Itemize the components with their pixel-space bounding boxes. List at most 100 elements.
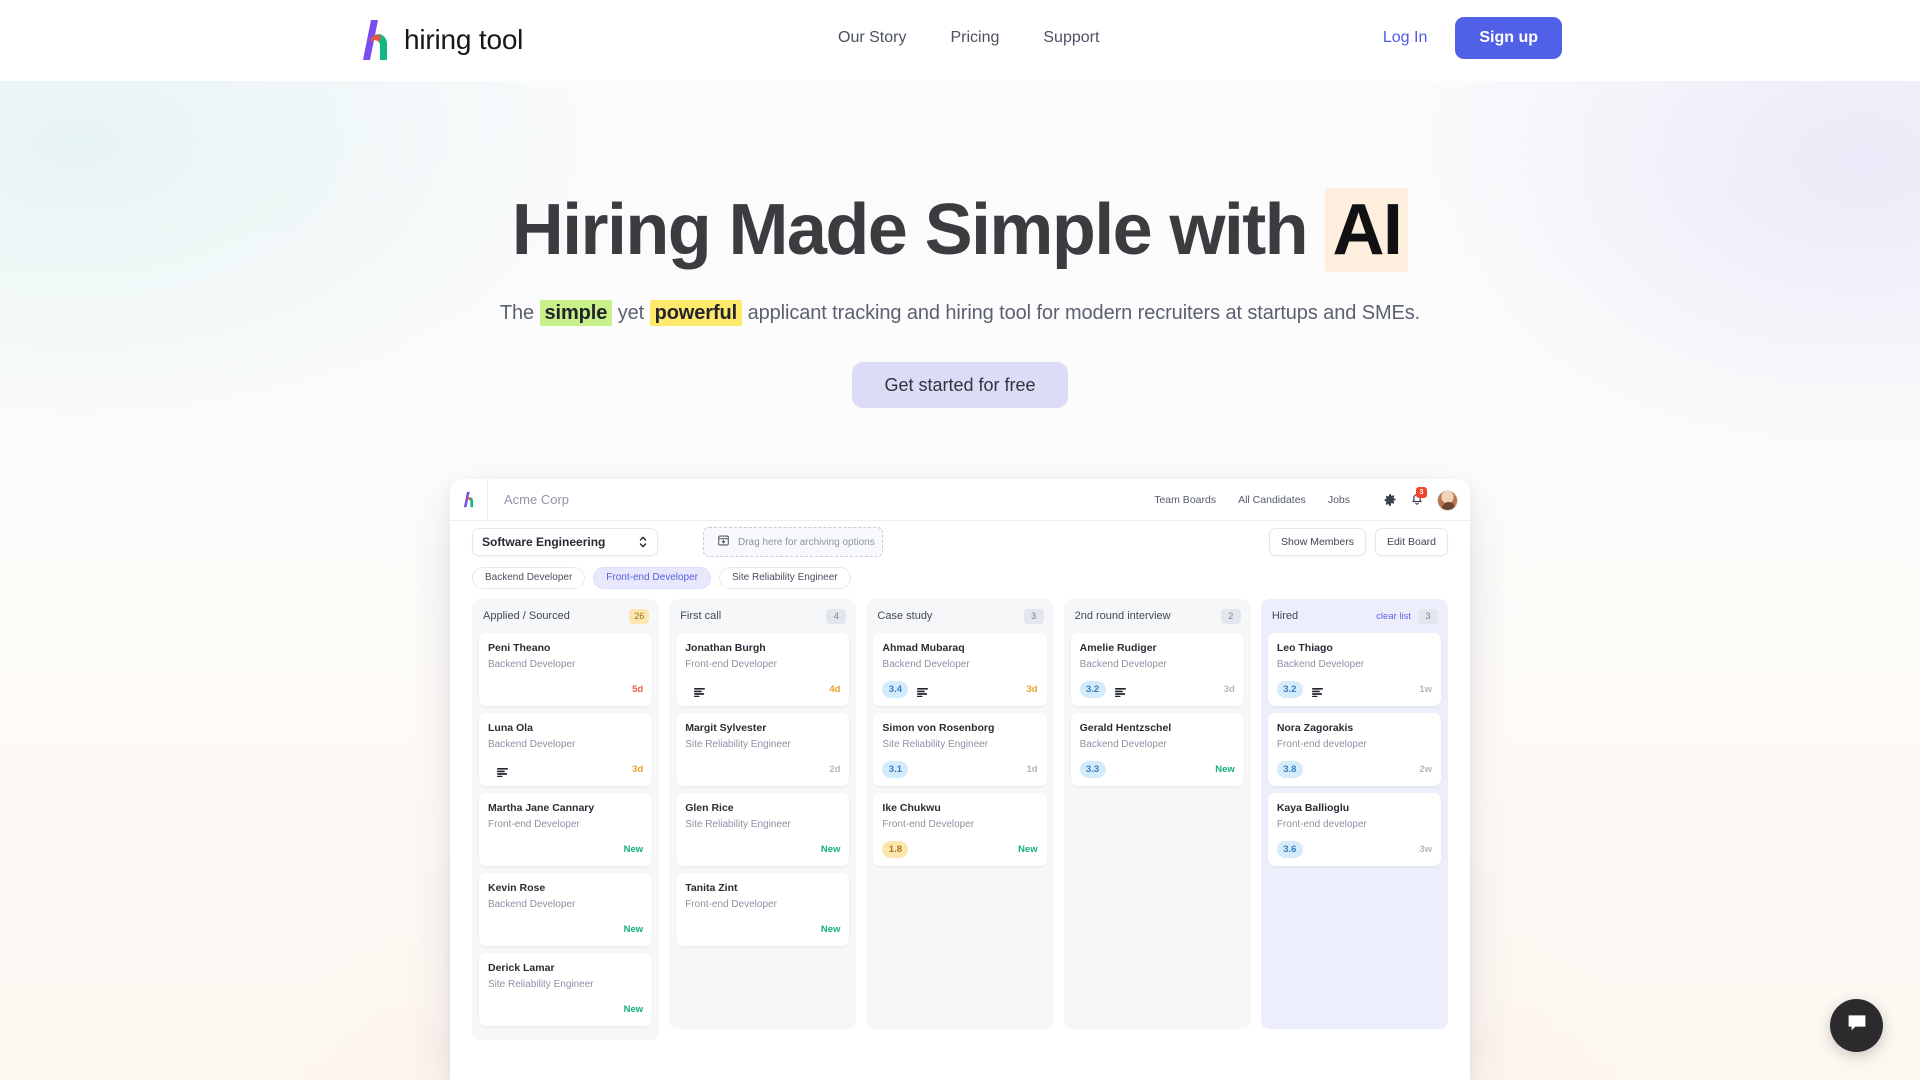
nav-item-our-story[interactable]: Our Story: [838, 29, 906, 47]
organisation-name: Acme Corp: [504, 492, 569, 507]
candidate-card[interactable]: Simon von RosenborgSite Reliability Engi…: [873, 713, 1046, 786]
column-header: 2nd round interview2: [1071, 606, 1244, 626]
hiring-tool-logo-icon: [358, 18, 392, 62]
kanban-column: First call4 Jonathan Burgh Front-end Devel…: [669, 599, 856, 1029]
avatar[interactable]: [1437, 490, 1458, 511]
candidate-age-label: 4d: [829, 684, 840, 695]
candidate-role: Site Reliability Engineer: [685, 818, 840, 831]
archive-dropzone[interactable]: Drag here for archiving options: [703, 527, 883, 557]
archive-dropzone-label: Drag here for archiving options: [738, 537, 875, 548]
archive-box-icon: [717, 534, 730, 550]
candidate-name: Leo Thiago: [1277, 641, 1432, 655]
candidate-card[interactable]: Derick LamarSite Reliability EngineerNew: [479, 953, 652, 1026]
candidate-card[interactable]: Jonathan Burgh Front-end Developer 4d: [676, 633, 849, 706]
candidate-score-badge: 3.8: [1277, 761, 1303, 778]
candidate-age-label: 2w: [1419, 764, 1432, 775]
subtitle-highlight-powerful: powerful: [650, 300, 743, 326]
candidate-age-label: 3w: [1419, 844, 1432, 855]
bell-icon[interactable]: 3: [1410, 492, 1424, 508]
candidate-card[interactable]: Kaya BalliogluFront-end developer3.63w: [1268, 793, 1441, 866]
clear-list-link[interactable]: clear list: [1376, 611, 1411, 622]
gear-icon[interactable]: [1383, 493, 1397, 507]
candidate-role: Front-end Developer: [882, 818, 1037, 831]
candidate-age-label: 2d: [829, 764, 840, 775]
candidate-role: Backend Developer: [488, 738, 643, 751]
chat-bubble-icon: [1845, 1011, 1869, 1040]
role-filter-chip[interactable]: Front-end Developer: [593, 567, 711, 589]
nav-item-support[interactable]: Support: [1043, 29, 1099, 47]
auth-actions: Log In Sign up: [1377, 17, 1562, 59]
column-count-badge: 2: [1221, 609, 1241, 624]
candidate-age-label: New: [624, 924, 644, 935]
candidate-score-badge: 1.8: [882, 841, 908, 858]
candidate-card[interactable]: Ike ChukwuFront-end Developer1.8New: [873, 793, 1046, 866]
board-actions: Show Members Edit Board: [1269, 528, 1448, 556]
candidate-role: Front-end Developer: [685, 658, 840, 671]
candidate-role: Front-end Developer: [685, 898, 840, 911]
candidate-name: Gerald Hentzschel: [1080, 721, 1235, 735]
board-toolbar: Software Engineering Drag here for archi…: [450, 521, 1470, 567]
app-header: Acme Corp Team Boards All Candidates Job…: [450, 479, 1470, 521]
candidate-card-footer: 3d: [488, 760, 643, 778]
candidate-role: Backend Developer: [488, 658, 643, 671]
login-link[interactable]: Log In: [1377, 29, 1433, 47]
candidate-card-footer: New: [685, 840, 840, 858]
column-header: First call4: [676, 606, 849, 626]
candidate-age-label: 1d: [1027, 764, 1038, 775]
candidate-name: Kevin Rose: [488, 881, 643, 895]
candidate-card-footer: New: [488, 920, 643, 938]
candidate-card[interactable]: Amelie RudigerBackend Developer3.23d: [1071, 633, 1244, 706]
app-logo[interactable]: [450, 479, 488, 521]
candidate-role: Backend Developer: [488, 898, 643, 911]
candidate-card[interactable]: Gerald Hentzschel Backend Developer 3.3 New: [1071, 713, 1244, 786]
candidate-card-footer: 3.8 2w: [1277, 760, 1432, 778]
role-filter-chip[interactable]: Backend Developer: [472, 567, 585, 589]
candidate-card[interactable]: Leo Thiago Backend Developer 3.21w: [1268, 633, 1441, 706]
candidate-age-label: New: [1215, 764, 1235, 775]
role-filter-chip[interactable]: Site Reliability Engineer: [719, 567, 851, 589]
candidate-age-label: New: [624, 844, 644, 855]
department-select[interactable]: Software Engineering: [472, 528, 658, 556]
notes-icon: [1312, 684, 1323, 694]
edit-board-button[interactable]: Edit Board: [1375, 528, 1448, 556]
brand-logo[interactable]: hiring tool: [358, 18, 523, 62]
candidate-role: Site Reliability Engineer: [882, 738, 1037, 751]
candidate-card[interactable]: Luna OlaBackend Developer3d: [479, 713, 652, 786]
candidate-card-footer: 4d: [685, 680, 840, 698]
candidate-card[interactable]: Margit SylvesterSite Reliability Enginee…: [676, 713, 849, 786]
candidate-name: Derick Lamar: [488, 961, 643, 975]
candidate-card[interactable]: Kevin Rose Backend Developer New: [479, 873, 652, 946]
candidate-card-footer: 3.23d: [1080, 680, 1235, 698]
get-started-button[interactable]: Get started for free: [852, 362, 1067, 408]
candidate-name: Jonathan Burgh: [685, 641, 840, 655]
notes-icon: [917, 684, 928, 694]
app-nav-jobs[interactable]: Jobs: [1328, 494, 1350, 506]
candidate-card-footer: 3.63w: [1277, 840, 1432, 858]
app-nav-all-candidates[interactable]: All Candidates: [1238, 494, 1306, 506]
candidate-name: Amelie Rudiger: [1080, 641, 1235, 655]
subtitle-part-3: applicant tracking and hiring tool for m…: [742, 302, 1420, 324]
candidate-role: Front-end Developer: [488, 818, 643, 831]
show-members-button[interactable]: Show Members: [1269, 528, 1366, 556]
candidate-card[interactable]: Martha Jane CannaryFront-end DeveloperNe…: [479, 793, 652, 866]
candidate-card-footer: 3.21w: [1277, 680, 1432, 698]
column-title: First call: [680, 610, 826, 622]
candidate-card[interactable]: Ahmad MubaraqBackend Developer3.43d: [873, 633, 1046, 706]
candidate-role: Backend Developer: [1080, 738, 1235, 751]
candidate-score-badge: 3.3: [1080, 761, 1106, 778]
candidate-card[interactable]: Glen RiceSite Reliability EngineerNew: [676, 793, 849, 866]
candidate-role: Backend Developer: [1277, 658, 1432, 671]
candidate-card[interactable]: Nora ZagorakisFront-end developer3.82w: [1268, 713, 1441, 786]
department-select-value: Software Engineering: [482, 535, 605, 549]
candidate-age-label: New: [821, 844, 841, 855]
candidate-card[interactable]: Tanita ZintFront-end DeveloperNew: [676, 873, 849, 946]
column-title: 2nd round interview: [1075, 610, 1221, 622]
candidate-card[interactable]: Peni TheanoBackend Developer5d: [479, 633, 652, 706]
column-count-badge: 26: [629, 609, 649, 624]
signup-button[interactable]: Sign up: [1455, 17, 1562, 59]
role-filter-chips: Backend Developer Front-end Developer Site…: [450, 567, 1470, 599]
nav-item-pricing[interactable]: Pricing: [950, 29, 999, 47]
chat-widget-button[interactable]: [1830, 999, 1883, 1052]
kanban-column: Applied / Sourced26Peni TheanoBackend De…: [472, 599, 659, 1040]
app-nav-team-boards[interactable]: Team Boards: [1154, 494, 1216, 506]
